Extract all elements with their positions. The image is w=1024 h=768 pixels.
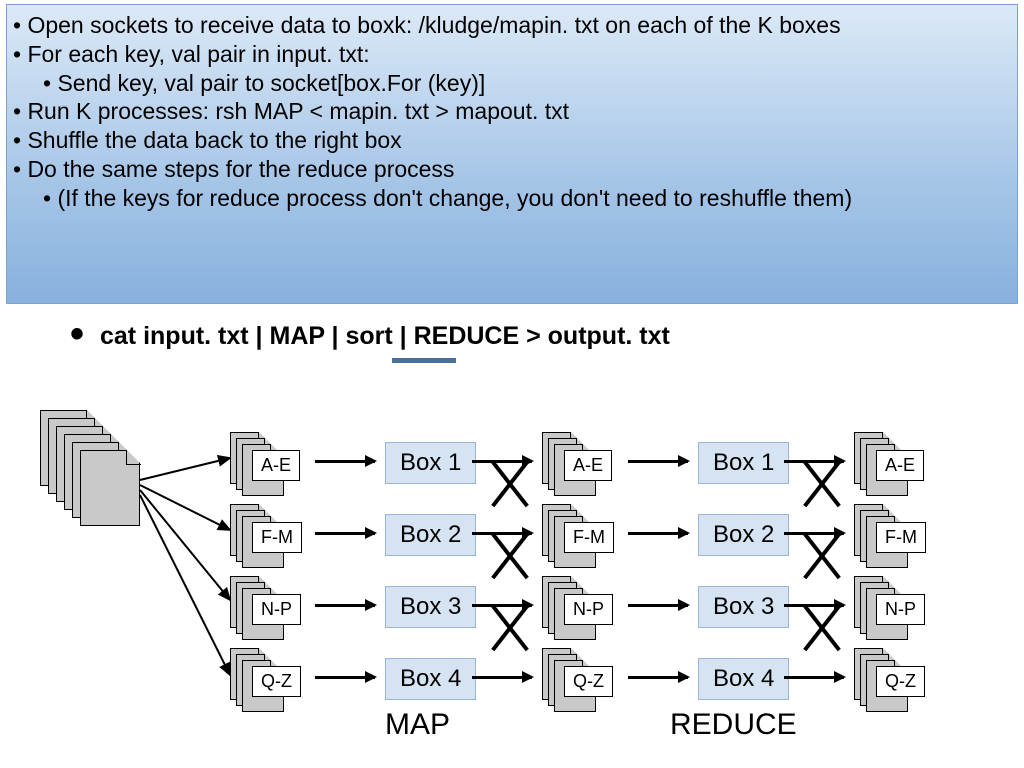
arrow-icon xyxy=(315,604,375,607)
range-label: Q-Z xyxy=(252,666,301,697)
arrow-icon xyxy=(784,532,844,535)
box-cell: Box 2 xyxy=(698,514,789,556)
range-label: N-P xyxy=(252,594,301,625)
box-cell: Box 1 xyxy=(385,442,476,484)
bullet-line: • Run K processes: rsh MAP < mapin. txt … xyxy=(13,97,1007,126)
arrow-icon xyxy=(315,460,375,463)
phase-map-label: MAP xyxy=(385,708,450,742)
range-label: Q-Z xyxy=(876,666,925,697)
bullet-box: • Open sockets to receive data to boxk: … xyxy=(6,4,1018,304)
arrow-icon xyxy=(628,532,688,535)
bullet-line: • Shuffle the data back to the right box xyxy=(13,126,1007,155)
arrow-icon xyxy=(472,460,532,463)
bullet-line: • Do the same steps for the reduce proce… xyxy=(13,155,1007,184)
arrow-icon xyxy=(315,676,375,679)
range-label: A-E xyxy=(876,450,924,481)
arrow-icon xyxy=(472,604,532,607)
range-label: N-P xyxy=(876,594,925,625)
phase-reduce-label: REDUCE xyxy=(670,708,797,742)
range-label: F-M xyxy=(564,522,614,553)
range-label: F-M xyxy=(876,522,926,553)
box-cell: Box 4 xyxy=(385,658,476,700)
sort-underline xyxy=(392,358,456,363)
arrow-icon xyxy=(628,604,688,607)
bullet-line: • For each key, val pair in input. txt: xyxy=(13,40,1007,69)
arrow-icon xyxy=(315,532,375,535)
arrow-icon xyxy=(784,460,844,463)
bullet-line: • Open sockets to receive data to boxk: … xyxy=(13,11,1007,40)
box-cell: Box 1 xyxy=(698,442,789,484)
range-label: A-E xyxy=(564,450,612,481)
box-cell: Box 2 xyxy=(385,514,476,556)
range-label: A-E xyxy=(252,450,300,481)
bullet-line: • Send key, val pair to socket[box.For (… xyxy=(43,69,1007,98)
range-label: Q-Z xyxy=(564,666,613,697)
box-cell: Box 3 xyxy=(698,586,789,628)
arrow-icon xyxy=(628,676,688,679)
arrow-icon xyxy=(628,460,688,463)
command-line: • cat input. txt | MAP | sort | REDUCE >… xyxy=(100,322,670,351)
document-icon xyxy=(80,450,140,526)
box-cell: Box 3 xyxy=(385,586,476,628)
arrow-icon xyxy=(784,604,844,607)
arrow-icon xyxy=(472,532,532,535)
bullet-line: • (If the keys for reduce process don't … xyxy=(43,184,1007,213)
bullet-dot-icon: • xyxy=(70,314,84,354)
box-cell: Box 4 xyxy=(698,658,789,700)
diagram: A-E F-M N-P Q-Z Box 1 Box 2 Box 3 Box 4 … xyxy=(30,400,1010,760)
range-label: F-M xyxy=(252,522,302,553)
command-text: cat input. txt | MAP | sort | REDUCE > o… xyxy=(100,322,670,350)
arrow-icon xyxy=(472,676,532,679)
range-label: N-P xyxy=(564,594,613,625)
arrow-icon xyxy=(784,676,844,679)
